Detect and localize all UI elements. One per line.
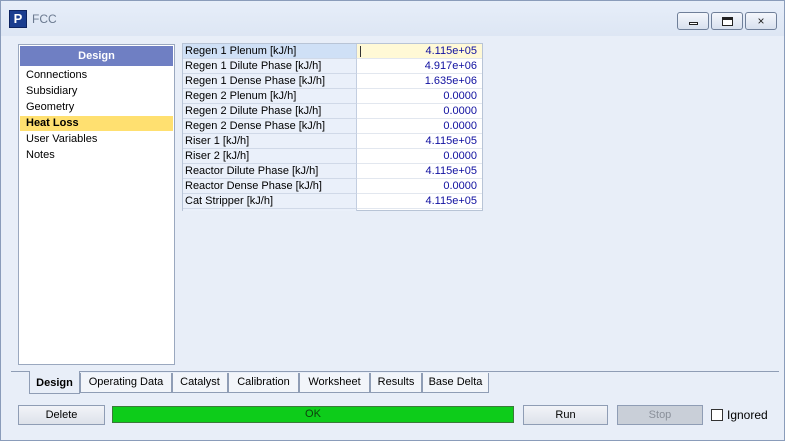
value-cell[interactable]: 4.115e+05 [357, 194, 482, 209]
value-cell[interactable]: 0.0000 [357, 104, 482, 119]
row-label: Riser 2 [kJ/h] [183, 149, 357, 164]
table-row: Regen 2 Dilute Phase [kJ/h] 0.0000 [183, 104, 482, 119]
table-row: Riser 1 [kJ/h] 4.115e+05 [183, 134, 482, 149]
value-cell[interactable]: 0.0000 [357, 179, 482, 194]
tab-operating-data[interactable]: Operating Data [80, 373, 172, 393]
value-cell[interactable]: 4.115e+05 [357, 44, 482, 59]
ignored-checkbox[interactable] [711, 409, 723, 421]
nav-item-geometry[interactable]: Geometry [20, 100, 173, 115]
value-cell[interactable]: 4.115e+05 [357, 134, 482, 149]
tab-design[interactable]: Design [29, 371, 80, 394]
close-icon: × [757, 14, 765, 28]
grid-row-stub [183, 209, 357, 211]
maximize-icon [722, 17, 733, 26]
window-title: FCC [32, 12, 57, 26]
tab-worksheet[interactable]: Worksheet [299, 373, 370, 393]
minimize-icon [689, 22, 698, 25]
tab-strip-divider [11, 371, 779, 372]
value-cell[interactable]: 1.635e+06 [357, 74, 482, 89]
app-icon: P [9, 10, 27, 28]
value-cell[interactable]: 4.917e+06 [357, 59, 482, 74]
nav-item-notes[interactable]: Notes [20, 148, 173, 163]
row-label: Riser 1 [kJ/h] [183, 134, 357, 149]
row-label: Regen 1 Plenum [kJ/h] [183, 44, 357, 59]
delete-button[interactable]: Delete [18, 405, 105, 425]
row-label: Regen 1 Dilute Phase [kJ/h] [183, 59, 357, 74]
row-label: Regen 1 Dense Phase [kJ/h] [183, 74, 357, 89]
table-row: Regen 2 Dense Phase [kJ/h] 0.0000 [183, 119, 482, 134]
value-cell[interactable]: 4.115e+05 [357, 164, 482, 179]
table-row: Regen 1 Dilute Phase [kJ/h] 4.917e+06 [183, 59, 482, 74]
row-label: Regen 2 Dilute Phase [kJ/h] [183, 104, 357, 119]
nav-item-subsidiary[interactable]: Subsidiary [20, 84, 173, 99]
status-bar: OK [112, 406, 514, 423]
ignored-label: Ignored [727, 408, 768, 422]
minimize-button[interactable] [677, 12, 709, 30]
table-row: Regen 1 Dense Phase [kJ/h] 1.635e+06 [183, 74, 482, 89]
table-row: Regen 2 Plenum [kJ/h] 0.0000 [183, 89, 482, 104]
row-label: Regen 2 Dense Phase [kJ/h] [183, 119, 357, 134]
run-button[interactable]: Run [523, 405, 608, 425]
design-nav-panel: Design Connections Subsidiary Geometry H… [18, 44, 175, 365]
tab-results[interactable]: Results [370, 373, 422, 393]
table-row: Cat Stripper [kJ/h] 4.115e+05 [183, 194, 482, 209]
close-button[interactable]: × [745, 12, 777, 30]
table-row: Riser 2 [kJ/h] 0.0000 [183, 149, 482, 164]
value-cell[interactable]: 0.0000 [357, 119, 482, 134]
value-cell[interactable]: 0.0000 [357, 149, 482, 164]
stop-button: Stop [617, 405, 703, 425]
row-label: Reactor Dilute Phase [kJ/h] [183, 164, 357, 179]
nav-item-connections[interactable]: Connections [20, 68, 173, 83]
maximize-button[interactable] [711, 12, 743, 30]
tab-base-delta[interactable]: Base Delta [422, 373, 489, 393]
row-label: Cat Stripper [kJ/h] [183, 194, 357, 209]
heat-loss-grid: Regen 1 Plenum [kJ/h] 4.115e+05 Regen 1 … [182, 43, 483, 211]
fcc-window: P FCC × Design Connections Subsidiary Ge… [0, 0, 785, 441]
table-row: Regen 1 Plenum [kJ/h] 4.115e+05 [183, 44, 482, 59]
nav-item-heat-loss[interactable]: Heat Loss [20, 116, 173, 131]
nav-header: Design [20, 46, 173, 66]
title-bar[interactable]: P FCC × [1, 1, 784, 36]
row-label: Regen 2 Plenum [kJ/h] [183, 89, 357, 104]
tab-catalyst[interactable]: Catalyst [172, 373, 228, 393]
row-label: Reactor Dense Phase [kJ/h] [183, 179, 357, 194]
table-row: Reactor Dilute Phase [kJ/h] 4.115e+05 [183, 164, 482, 179]
value-cell[interactable]: 0.0000 [357, 89, 482, 104]
tab-calibration[interactable]: Calibration [228, 373, 299, 393]
table-row: Reactor Dense Phase [kJ/h] 0.0000 [183, 179, 482, 194]
nav-item-user-variables[interactable]: User Variables [20, 132, 173, 147]
